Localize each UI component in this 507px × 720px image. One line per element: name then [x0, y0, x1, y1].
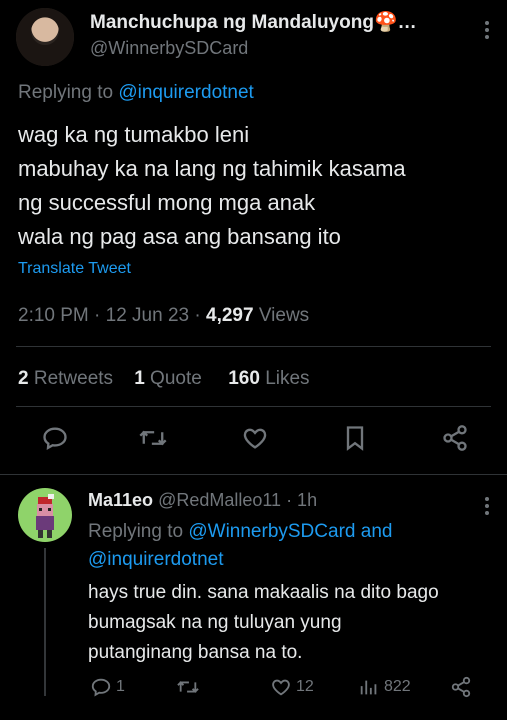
reply-text: hays true din. sana makaalis na dito bag… — [88, 578, 439, 668]
likes-count: 160 — [228, 368, 260, 389]
reply-actions: 1 12 822 — [88, 676, 487, 704]
tweet-line: wala ng pag asa ang bansang ito — [18, 224, 341, 249]
retweets-stat[interactable]: 2 Retweets — [18, 368, 113, 389]
reply-like-count: 12 — [296, 678, 314, 695]
like-icon[interactable] — [241, 424, 271, 454]
reply-author-handle[interactable]: @RedMalleo11 · 1h — [158, 490, 317, 510]
reply-count: 1 — [116, 678, 125, 695]
retweet-icon[interactable] — [138, 424, 168, 454]
like-icon — [270, 676, 292, 698]
reply-icon[interactable] — [41, 424, 71, 454]
reply-line: hays true din. sana makaalis na dito bag… — [88, 582, 439, 603]
views-label: Views — [253, 305, 310, 326]
quotes-count: 1 — [134, 368, 145, 389]
retweet-icon — [176, 676, 200, 698]
retweets-label: Retweets — [28, 368, 114, 389]
tweet-line: wag ka ng tumakbo leni — [18, 122, 250, 147]
likes-stat[interactable]: 160 Likes — [228, 368, 309, 389]
reply-line: putanginang bansa na to. — [88, 642, 303, 663]
replying-prefix: Replying to — [18, 82, 114, 103]
divider — [16, 346, 491, 347]
translate-tweet-link[interactable]: Translate Tweet — [18, 260, 131, 278]
reply-icon — [90, 676, 112, 698]
reply-more-options-icon[interactable] — [485, 494, 489, 518]
reply-views-count: 822 — [384, 678, 411, 695]
reply-header: Ma11eo @RedMalleo11 · 1h — [88, 490, 317, 511]
reply-retweet-button[interactable] — [176, 676, 204, 698]
reply-views-button[interactable]: 822 — [358, 676, 411, 698]
reply-line: bumagsak na ng tuluyan yung — [88, 612, 342, 633]
reply-replying-to: Replying to @WinnerbySDCard and @inquire… — [88, 518, 392, 574]
likes-label: Likes — [259, 368, 310, 389]
replying-and: and — [355, 521, 393, 542]
divider — [16, 406, 491, 407]
divider — [0, 474, 507, 475]
reply-like-button[interactable]: 12 — [270, 676, 314, 698]
replying-to-link[interactable]: @inquirerdotnet — [118, 82, 253, 103]
retweets-count: 2 — [18, 368, 29, 389]
reply-author-name[interactable]: Ma11eo — [88, 490, 153, 510]
timestamp[interactable]: 2:10 PM · 12 Jun 23 · — [18, 305, 206, 326]
tweet-text: wag ka ng tumakbo leni mabuhay ka na lan… — [18, 118, 406, 254]
author-name[interactable]: Manchuchupa ng Mandaluyong🍄… — [90, 10, 417, 34]
bookmark-icon[interactable] — [341, 424, 371, 454]
tweet-actions — [0, 424, 507, 464]
reply-share-button[interactable] — [450, 676, 472, 698]
author-avatar[interactable] — [16, 8, 74, 66]
reply-replying-prefix: Replying to — [88, 521, 184, 542]
replying-to-link[interactable]: @inquirerdotnet — [88, 549, 223, 570]
tweet-line: ng successful mong mga anak — [18, 190, 316, 215]
views-count: 4,297 — [206, 305, 254, 326]
tweet-meta: 2:10 PM · 12 Jun 23 · 4,297 Views — [18, 305, 309, 327]
engagement-stats: 2 Retweets 1 Quote 160 Likes — [18, 368, 310, 390]
thread-line — [44, 548, 46, 696]
replying-to: Replying to @inquirerdotnet — [18, 82, 254, 104]
reply-reply-button[interactable]: 1 — [90, 676, 125, 698]
share-icon[interactable] — [441, 424, 471, 454]
views-icon — [358, 676, 380, 698]
reply-author-avatar[interactable] — [18, 488, 72, 542]
more-options-icon[interactable] — [485, 18, 491, 42]
replying-to-link[interactable]: @WinnerbySDCard — [188, 521, 355, 542]
quotes-label: Quote — [144, 368, 202, 389]
quotes-stat[interactable]: 1 Quote — [134, 368, 202, 389]
tweet-line: mabuhay ka na lang ng tahimik kasama — [18, 156, 406, 181]
share-icon — [450, 676, 472, 698]
author-handle[interactable]: @WinnerbySDCard — [90, 38, 248, 59]
